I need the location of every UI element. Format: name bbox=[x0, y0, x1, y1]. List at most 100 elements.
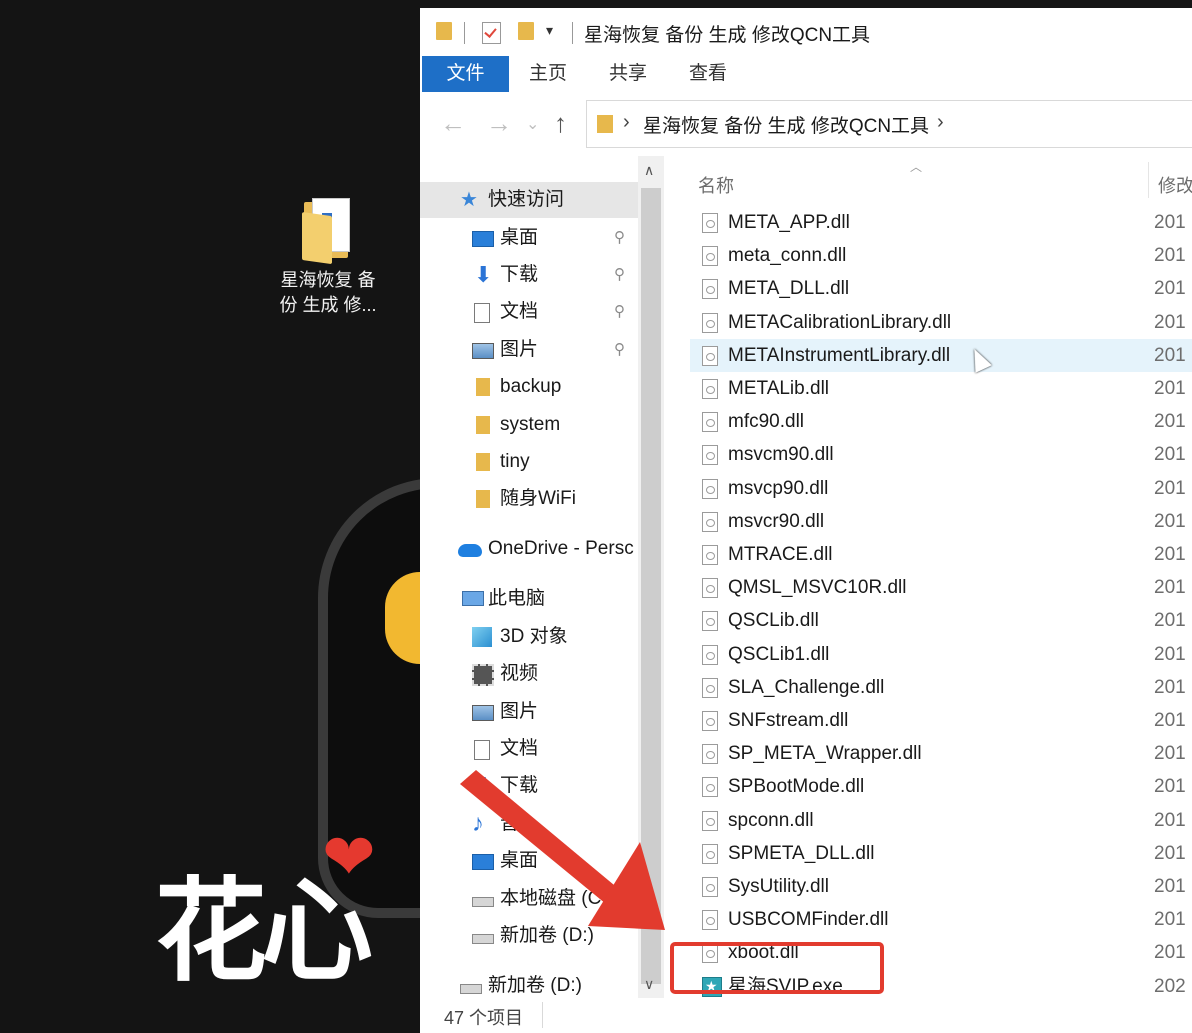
file-modified-date: 201 bbox=[1154, 278, 1186, 299]
back-arrow-icon[interactable]: ← bbox=[440, 108, 466, 139]
file-name: USBCOMFinder.dll bbox=[728, 909, 889, 930]
file-modified-date: 201 bbox=[1154, 312, 1186, 333]
file-row[interactable]: SLA_Challenge.dll 201 bbox=[690, 671, 1192, 704]
nav-item-desktop[interactable]: 桌面 ⚲ bbox=[420, 220, 638, 256]
dll-file-icon bbox=[702, 412, 718, 432]
file-name: SP_META_Wrapper.dll bbox=[728, 743, 922, 764]
file-name: META_DLL.dll bbox=[728, 278, 850, 299]
nav-quick-access[interactable]: ★ 快速访问 bbox=[420, 182, 638, 218]
column-divider[interactable] bbox=[1148, 162, 1149, 198]
file-row[interactable]: USBCOMFinder.dll 201 bbox=[690, 903, 1192, 936]
file-row[interactable]: MTRACE.dll 201 bbox=[690, 538, 1192, 571]
file-modified-date: 201 bbox=[1154, 245, 1186, 266]
file-name: msvcp90.dll bbox=[728, 478, 829, 499]
file-row[interactable]: meta_conn.dll 201 bbox=[690, 239, 1192, 272]
dll-file-icon bbox=[702, 313, 718, 333]
customize-toolbar-chevron-icon[interactable]: ▾ bbox=[546, 22, 553, 39]
nav-onedrive[interactable]: OneDrive - Persc bbox=[420, 531, 638, 567]
column-header-name[interactable]: 名称 bbox=[698, 172, 734, 198]
nav-item-music[interactable]: ♪ 音 bbox=[420, 806, 638, 842]
breadcrumb-chevron-icon[interactable]: › bbox=[937, 111, 944, 134]
folder-icon bbox=[476, 490, 490, 508]
nav-item-wifi[interactable]: 随身WiFi bbox=[420, 481, 638, 517]
item-count: 47 个项目 bbox=[444, 1008, 524, 1028]
scroll-up-arrow-icon[interactable]: ∧ bbox=[644, 162, 654, 179]
nav-item-downloads-pc[interactable]: ⬇ 下载 bbox=[420, 768, 638, 804]
nav-item-downloads[interactable]: ⬇ 下载 ⚲ bbox=[420, 257, 638, 293]
nav-item-local-disk-c[interactable]: 本地磁盘 (C bbox=[420, 881, 638, 917]
toolbar-divider bbox=[572, 22, 573, 44]
up-arrow-icon[interactable]: ↑ bbox=[554, 108, 567, 139]
file-row[interactable]: METACalibrationLibrary.dll 201 bbox=[690, 306, 1192, 339]
dll-file-icon bbox=[702, 711, 718, 731]
nav-item-documents-pc[interactable]: 文档 bbox=[420, 731, 638, 767]
file-row[interactable]: METALib.dll 201 bbox=[690, 372, 1192, 405]
pin-icon[interactable]: ⚲ bbox=[614, 257, 625, 293]
navigation-pane-scrollbar[interactable]: ∧ ∨ bbox=[638, 156, 664, 998]
file-modified-date: 201 bbox=[1154, 810, 1186, 831]
file-row[interactable]: mfc90.dll 201 bbox=[690, 405, 1192, 438]
properties-icon[interactable] bbox=[482, 22, 501, 44]
file-modified-date: 201 bbox=[1154, 710, 1186, 731]
breadcrumb-current-folder[interactable]: 星海恢复 备份 生成 修改QCN工具 bbox=[643, 111, 929, 138]
tab-share[interactable]: 共享 bbox=[598, 56, 658, 92]
forward-arrow-icon[interactable]: → bbox=[486, 108, 512, 139]
nav-item-volume-d-root[interactable]: 新加卷 (D:) bbox=[420, 968, 638, 998]
nav-item-pictures[interactable]: 图片 ⚲ bbox=[420, 332, 638, 368]
tab-file[interactable]: 文件 bbox=[422, 56, 509, 92]
disk-icon bbox=[460, 984, 482, 994]
nav-item-volume-d[interactable]: 新加卷 (D:) bbox=[420, 918, 638, 954]
recent-locations-chevron-icon[interactable]: ⌄ bbox=[526, 114, 539, 134]
dll-file-icon bbox=[702, 445, 718, 465]
dll-file-icon bbox=[702, 246, 718, 266]
pin-icon[interactable]: ⚲ bbox=[614, 294, 625, 330]
address-bar[interactable]: › 星海恢复 备份 生成 修改QCN工具 › bbox=[586, 100, 1192, 148]
nav-item-pictures-pc[interactable]: 图片 bbox=[420, 694, 638, 730]
file-row[interactable]: msvcr90.dll 201 bbox=[690, 505, 1192, 538]
nav-item-videos[interactable]: 视频 bbox=[420, 656, 638, 692]
scroll-down-arrow-icon[interactable]: ∨ bbox=[644, 976, 654, 993]
file-modified-date: 201 bbox=[1154, 511, 1186, 532]
nav-item-tiny[interactable]: tiny bbox=[420, 444, 638, 480]
file-row[interactable]: SP_META_Wrapper.dll 201 bbox=[690, 737, 1192, 770]
file-row[interactable]: META_APP.dll 201 bbox=[690, 206, 1192, 239]
file-name: meta_conn.dll bbox=[728, 245, 847, 266]
breadcrumb-chevron-icon[interactable]: › bbox=[623, 111, 630, 134]
file-row[interactable]: METAInstrumentLibrary.dll 201 bbox=[690, 339, 1192, 372]
file-name: msvcm90.dll bbox=[728, 444, 834, 465]
scrollbar-thumb[interactable] bbox=[641, 188, 661, 984]
picture-icon bbox=[472, 343, 494, 359]
file-row[interactable]: SysUtility.dll 201 bbox=[690, 870, 1192, 903]
file-row[interactable]: msvcm90.dll 201 bbox=[690, 438, 1192, 471]
nav-item-3d-objects[interactable]: 3D 对象 bbox=[420, 619, 638, 655]
desktop-icon bbox=[472, 854, 494, 870]
pin-icon[interactable]: ⚲ bbox=[614, 332, 625, 368]
nav-onedrive-label: OneDrive - Persc bbox=[488, 538, 634, 559]
nav-item-desktop-pc[interactable]: 桌面 bbox=[420, 843, 638, 879]
file-row[interactable]: msvcp90.dll 201 bbox=[690, 472, 1192, 505]
file-row[interactable]: QSCLib1.dll 201 bbox=[690, 638, 1192, 671]
file-row[interactable]: SPMETA_DLL.dll 201 bbox=[690, 837, 1192, 870]
nav-item-system[interactable]: system bbox=[420, 407, 638, 443]
dll-file-icon bbox=[702, 678, 718, 698]
nav-item-backup[interactable]: backup bbox=[420, 369, 638, 405]
nav-item-documents[interactable]: 文档 ⚲ bbox=[420, 294, 638, 330]
tab-home[interactable]: 主页 bbox=[518, 56, 578, 92]
file-row[interactable]: SPBootMode.dll 201 bbox=[690, 770, 1192, 803]
file-name: SPBootMode.dll bbox=[728, 776, 865, 797]
desktop-folder-shortcut[interactable]: 星海恢复 备 份 生成 修... bbox=[268, 196, 388, 318]
tab-view[interactable]: 查看 bbox=[678, 56, 738, 92]
file-row[interactable]: SNFstream.dll 201 bbox=[690, 704, 1192, 737]
file-row[interactable]: META_DLL.dll 201 bbox=[690, 272, 1192, 305]
nav-this-pc[interactable]: 此电脑 bbox=[420, 581, 638, 617]
file-row[interactable]: QMSL_MSVC10R.dll 201 bbox=[690, 571, 1192, 604]
file-row[interactable]: spconn.dll 201 bbox=[690, 804, 1192, 837]
dll-file-icon bbox=[702, 877, 718, 897]
pin-icon[interactable]: ⚲ bbox=[614, 220, 625, 256]
document-icon bbox=[474, 740, 490, 760]
file-name: mfc90.dll bbox=[728, 411, 805, 432]
file-name: METAInstrumentLibrary.dll bbox=[728, 345, 951, 366]
column-header-modified[interactable]: 修改 bbox=[1158, 172, 1192, 198]
new-folder-icon[interactable] bbox=[518, 22, 534, 40]
file-row[interactable]: QSCLib.dll 201 bbox=[690, 604, 1192, 637]
